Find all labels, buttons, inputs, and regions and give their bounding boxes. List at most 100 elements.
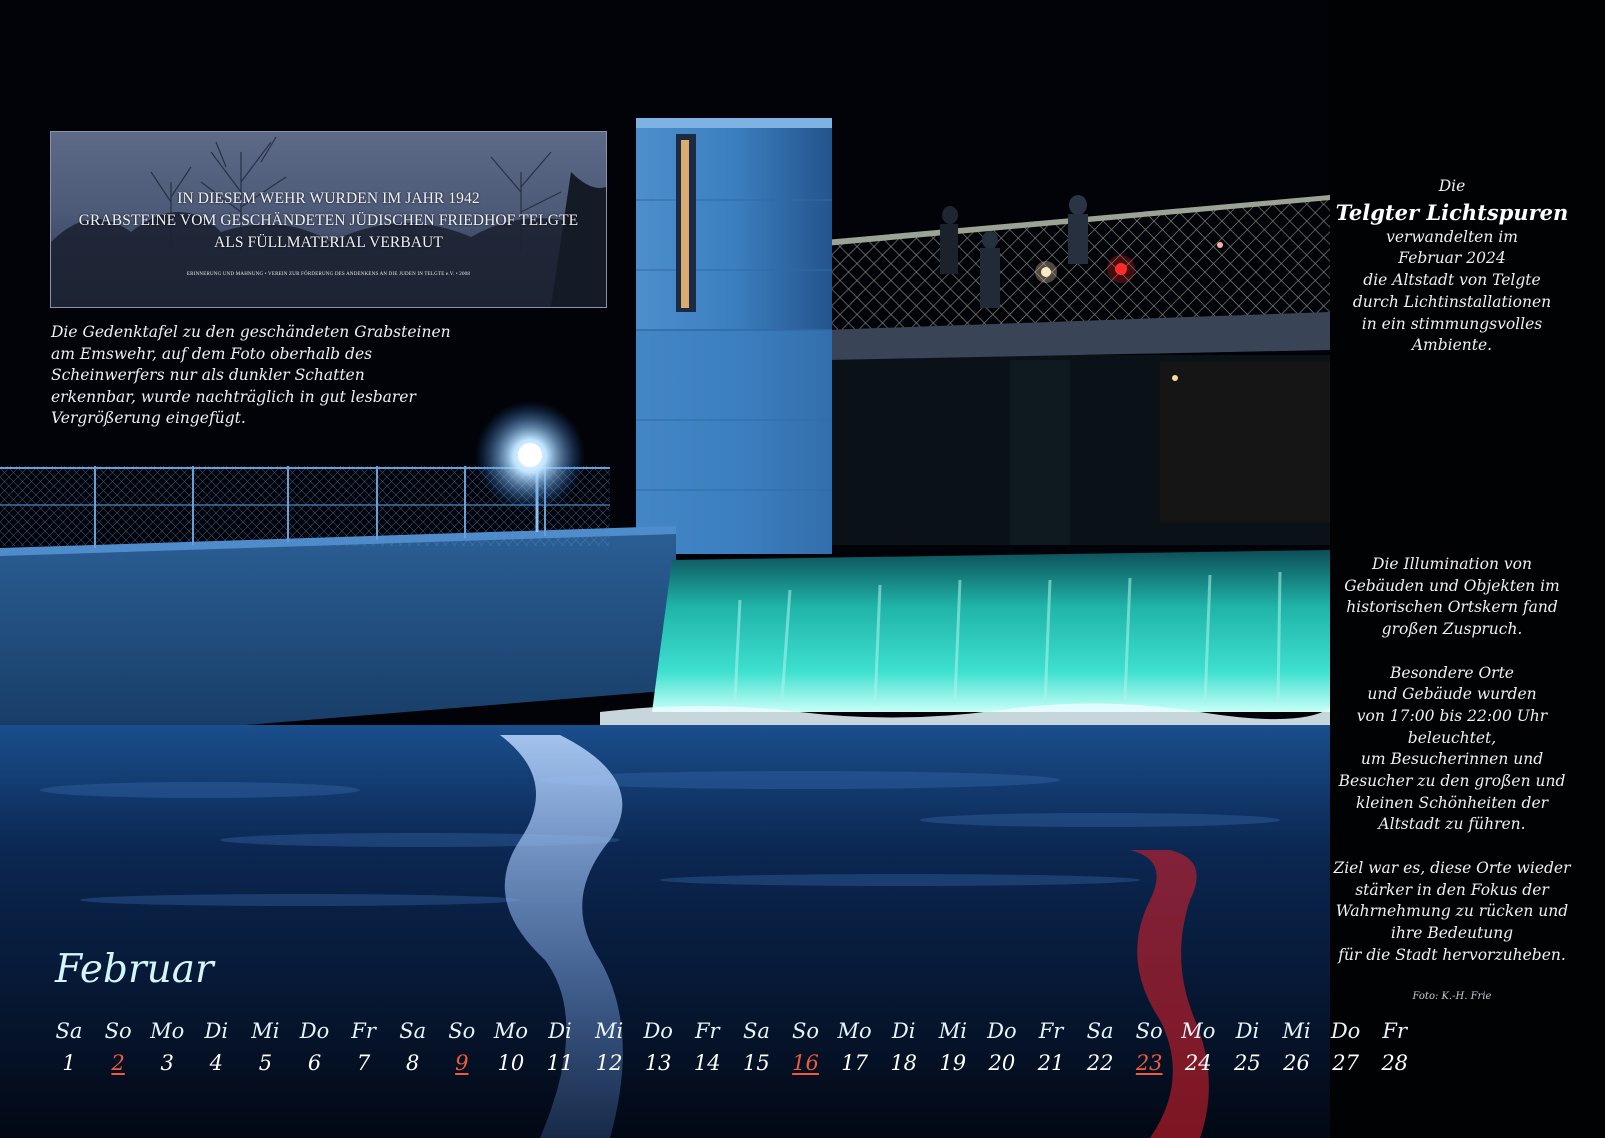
weekday-label: Di (204, 1019, 229, 1043)
caption-line: Die Gedenktafel zu den geschändeten Grab… (51, 323, 451, 341)
description-text: Die Illumination von Gebäuden und Objekt… (1332, 554, 1572, 966)
description-line: Wahrnehmung zu rücken und (1335, 902, 1569, 921)
weekday-label: Do (299, 1019, 330, 1043)
intro-line: durch Lichtinstallationen (1352, 292, 1552, 311)
plaque-footer: ERINNERUNG UND MAHNUNG • VEREIN ZUR FÖRD… (186, 272, 471, 277)
plaque-line: IN DIESEM WEHR WURDEN IM JAHR 1942 (177, 190, 480, 207)
day-number: 6 (307, 1051, 322, 1075)
caption-line: erkennbar, wurde nachträglich in gut les… (51, 387, 416, 406)
weekday-label: Fr (694, 1019, 720, 1043)
plaque-inscription: IN DIESEM WEHR WURDEN IM JAHR 1942 GRABS… (51, 188, 606, 254)
day-number: 26 (1283, 1051, 1310, 1075)
description-line: großen Zuspruch. (1381, 620, 1523, 639)
weekday-label: Mo (1181, 1019, 1216, 1043)
sunday-date: 23 (1135, 1051, 1163, 1075)
day-number: 14 (693, 1051, 721, 1075)
plaque-line: GRABSTEINE VOM GESCHÄNDETEN JÜDISCHEN FR… (78, 212, 579, 229)
day-number: 13 (644, 1051, 672, 1075)
weekday-label: Sa (399, 1019, 427, 1043)
day-number: 22 (1086, 1051, 1114, 1075)
day-number: 20 (988, 1051, 1016, 1075)
calendar-page: IN DIESEM WEHR WURDEN IM JAHR 1942 GRABS… (0, 0, 1605, 1138)
weekday-label: So (791, 1019, 820, 1043)
description-line: um Besucherinnen und (1360, 750, 1544, 769)
weekday-label: Sa (55, 1019, 83, 1043)
intro-title: Telgter Lichtspuren (1335, 199, 1569, 225)
weekday-label: Di (548, 1019, 572, 1043)
weekday-label: Mo (837, 1019, 872, 1043)
weekday-label: Di (891, 1019, 916, 1043)
weekday-label: Mi (938, 1019, 967, 1043)
description-line: stärker in den Fokus der (1355, 880, 1549, 899)
weekday-label: So (448, 1019, 476, 1043)
description-line: ihre Bedeutung (1390, 923, 1514, 942)
intro-line: die Altstadt von Telgte (1363, 271, 1541, 290)
description-line: und Gebäude wurden (1367, 685, 1537, 704)
description-line: Besondere Orte (1390, 663, 1514, 682)
weekday-label: Di (1235, 1019, 1260, 1043)
sunday-date: 2 (111, 1051, 125, 1075)
weekday-label: Fr (351, 1019, 376, 1043)
sunday-date: 9 (455, 1051, 469, 1075)
description-line: historischen Ortskern fand (1346, 598, 1558, 617)
weekday-label: Do (987, 1019, 1017, 1043)
plaque-caption: Die Gedenktafel zu den geschändeten Grab… (51, 322, 451, 430)
description-line: kleinen Schönheiten der (1355, 793, 1549, 812)
day-number: 15 (743, 1051, 770, 1075)
caption-line: Vergrößerung eingefügt. (51, 409, 246, 427)
day-number: 7 (356, 1051, 371, 1075)
day-number: 10 (497, 1051, 525, 1075)
plaque-line: ALS FÜLLMATERIAL VERBAUT (214, 234, 443, 251)
description-line: Besucher zu den großen und (1338, 772, 1566, 791)
day-number: 27 (1332, 1051, 1359, 1075)
intro-line: in ein stimmungsvolles (1361, 314, 1543, 333)
weekday-label: Sa (742, 1019, 770, 1043)
intro-prefix: Die (1438, 177, 1466, 195)
caption-line: Scheinwerfers nur als dunkler Schatten (51, 366, 365, 384)
intro-line: Ambiente. (1411, 336, 1493, 355)
month-title: Februar (55, 947, 214, 992)
weekday-label: Mi (594, 1019, 624, 1043)
day-number: 5 (258, 1051, 273, 1075)
day-number: 3 (160, 1051, 174, 1075)
description-line: von 17:00 bis 22:00 Uhr (1356, 706, 1548, 725)
weekday-label: Do (1330, 1019, 1361, 1043)
description-line: für die Stadt hervorzuheben. (1338, 945, 1566, 964)
day-number: 19 (939, 1051, 967, 1075)
weekday-label: Mi (251, 1019, 280, 1043)
intro-line: Februar 2024 (1398, 249, 1506, 268)
weekday-label: Mi (1282, 1019, 1311, 1043)
weekday-label: Sa (1086, 1019, 1114, 1043)
calendar-grid: Sa 1 So 2 Mo 3 Di 4 Mi 5 Do 6 Fr 7 Sa 8 So 9 Mo 10 Di 11 Mi 12 D… (45, 1018, 1430, 1078)
day-number: 4 (209, 1051, 223, 1075)
description-line: beleuchtet, (1407, 728, 1497, 747)
photo-credit: Foto: K.-H. Frie (1412, 991, 1492, 1002)
intro-line: verwandelten im (1386, 227, 1518, 246)
weekday-label: Do (643, 1019, 673, 1043)
intro-text: Die Telgter Lichtspuren verwandelten im … (1332, 176, 1572, 357)
day-number: 24 (1184, 1051, 1212, 1075)
day-number: 28 (1381, 1051, 1409, 1075)
weekday-label: Mo (493, 1019, 528, 1043)
caption-line: am Emswehr, auf dem Foto oberhalb des (51, 344, 373, 363)
description-line: Altstadt zu führen. (1378, 815, 1526, 834)
day-number: 12 (595, 1051, 623, 1075)
day-number: 1 (62, 1051, 76, 1075)
description-line: Die Illumination von (1372, 555, 1532, 573)
day-number: 8 (406, 1051, 420, 1075)
day-number: 17 (841, 1051, 868, 1075)
description-line: Gebäuden und Objekten im (1344, 576, 1560, 595)
weekday-label: Fr (1038, 1019, 1064, 1043)
day-number: 25 (1234, 1051, 1261, 1075)
description-line: Ziel war es, diese Orte wieder (1333, 858, 1571, 877)
weekday-label: Mo (150, 1019, 185, 1043)
memorial-plaque-inset: IN DIESEM WEHR WURDEN IM JAHR 1942 GRABS… (50, 131, 607, 308)
weekday-label: Fr (1382, 1019, 1407, 1043)
day-number: 18 (890, 1051, 918, 1075)
sunday-date: 16 (792, 1051, 819, 1075)
weekday-label: So (1135, 1019, 1163, 1043)
weekday-label: So (104, 1019, 132, 1043)
day-number: 21 (1037, 1051, 1065, 1075)
